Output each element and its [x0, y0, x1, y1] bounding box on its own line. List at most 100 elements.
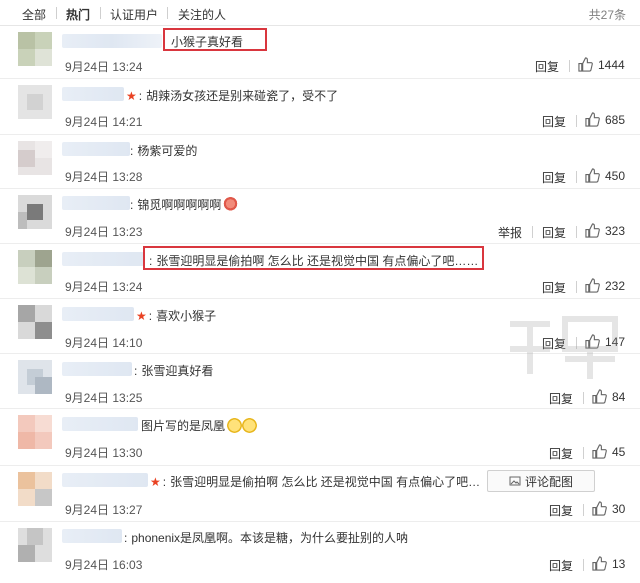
- username[interactable]: [62, 307, 134, 321]
- avatar[interactable]: [18, 305, 52, 339]
- view-comment-image-button[interactable]: 评论配图: [487, 470, 595, 492]
- comment-text-row: : 张雪迎真好看: [134, 362, 213, 379]
- username[interactable]: [62, 362, 132, 376]
- like-button[interactable]: 450: [585, 168, 625, 183]
- thumbs-up-icon: [585, 112, 600, 127]
- colon: :: [130, 198, 134, 212]
- avatar[interactable]: [18, 360, 52, 394]
- colon: :: [124, 531, 128, 545]
- colon: :: [162, 475, 167, 489]
- like-button[interactable]: 147: [585, 334, 625, 349]
- colon: :: [134, 364, 138, 378]
- like-button[interactable]: 232: [585, 278, 625, 293]
- comment-text: 锦觅啊啊啊啊啊: [137, 198, 222, 212]
- thumbs-up-icon: [592, 556, 607, 571]
- action-separator: [583, 392, 584, 404]
- avatar[interactable]: [18, 250, 52, 284]
- like-count: 13: [612, 556, 626, 571]
- tab-all[interactable]: 全部: [22, 6, 46, 23]
- tab-hot[interactable]: 热门: [66, 6, 90, 23]
- comment-time: 9月24日 13:25: [65, 391, 143, 405]
- comment-text-row: : phonenix是凤凰啊。本该是糖，为什么要扯别的人呐: [124, 529, 408, 546]
- reply-button[interactable]: 回复: [542, 224, 566, 241]
- thumbs-up-icon: [592, 389, 607, 404]
- report-button[interactable]: 举报: [498, 224, 522, 241]
- like-button[interactable]: 84: [592, 389, 625, 404]
- image-icon: [509, 476, 521, 486]
- star-icon: ★: [136, 309, 147, 323]
- octopus-emoji-icon: [223, 197, 239, 212]
- tab-separator: [167, 7, 168, 19]
- username[interactable]: [62, 87, 124, 101]
- like-count: 45: [612, 444, 626, 459]
- reply-button[interactable]: 回复: [542, 335, 566, 352]
- username[interactable]: [62, 473, 148, 487]
- comment-text: 小猴子真好看: [171, 35, 244, 49]
- username[interactable]: [62, 417, 138, 431]
- avatar[interactable]: [18, 141, 52, 175]
- like-count: 685: [605, 112, 626, 127]
- reply-button[interactable]: 回复: [542, 113, 566, 130]
- avatar[interactable]: [18, 195, 52, 229]
- like-button[interactable]: 45: [592, 444, 625, 459]
- like-count: 1444: [598, 57, 625, 72]
- tab-verified[interactable]: 认证用户: [110, 6, 158, 23]
- reply-button[interactable]: 回复: [549, 390, 573, 407]
- colon: :: [148, 309, 153, 323]
- like-count: 84: [612, 389, 626, 404]
- username[interactable]: [62, 196, 130, 210]
- avatar[interactable]: [18, 85, 52, 119]
- comment-item: ★: 胡辣汤女孩还是别来碰瓷了，受不了 9月24日 14:21 回复 685: [0, 79, 640, 135]
- avatar[interactable]: [18, 528, 52, 562]
- like-button[interactable]: 30: [592, 501, 625, 516]
- thumbs-up-icon: [578, 57, 593, 72]
- reply-button[interactable]: 回复: [542, 169, 566, 186]
- comment-text: 杨紫可爱的: [137, 144, 198, 158]
- username[interactable]: [62, 34, 162, 48]
- reply-button[interactable]: 回复: [549, 445, 573, 462]
- reply-button[interactable]: 回复: [549, 502, 573, 519]
- comment-text-row: : 张雪迎明显是偷拍啊 怎么比 还是视觉中国 有点偏心了吧……: [149, 252, 478, 269]
- comment-text: 张雪迎明显是偷拍啊 怎么比 还是视觉中国 有点偏心了吧……: [156, 254, 479, 268]
- comment-time: 9月24日 14:10: [65, 336, 143, 350]
- reply-button[interactable]: 回复: [549, 557, 573, 574]
- avatar[interactable]: [18, 32, 52, 66]
- thumbs-up-icon: [585, 278, 600, 293]
- comment-text-row: 图片写的是凤凰: [141, 417, 258, 434]
- reply-button[interactable]: 回复: [542, 279, 566, 296]
- avatar[interactable]: [18, 415, 52, 449]
- reply-button[interactable]: 回复: [535, 58, 559, 75]
- avatar[interactable]: [18, 472, 52, 506]
- action-separator: [576, 171, 577, 183]
- comment-text: 图片写的是凤凰: [141, 419, 226, 433]
- username[interactable]: [62, 252, 144, 266]
- comment-item: ★: 喜欢小猴子 9月24日 14:10 回复 147: [0, 299, 640, 354]
- comment-time: 9月24日 13:27: [65, 503, 143, 517]
- like-button[interactable]: 323: [585, 223, 625, 238]
- like-count: 450: [605, 168, 626, 183]
- like-button[interactable]: 1444: [578, 57, 625, 72]
- colon: :: [130, 144, 134, 158]
- action-separator: [576, 337, 577, 349]
- username[interactable]: [62, 529, 122, 543]
- star-icon: ★: [126, 89, 137, 103]
- thumbs-up-icon: [592, 501, 607, 516]
- action-separator: [583, 559, 584, 571]
- username[interactable]: [62, 142, 130, 156]
- colon: :: [149, 254, 153, 268]
- comment-item: : 杨紫可爱的 9月24日 13:28 回复 450: [0, 135, 640, 189]
- like-button[interactable]: 685: [585, 112, 625, 127]
- comment-item: : 张雪迎真好看 9月24日 13:25 回复 84: [0, 354, 640, 409]
- comment-item: 图片写的是凤凰 9月24日 13:30 回复 45: [0, 409, 640, 466]
- like-button[interactable]: 13: [592, 556, 625, 571]
- comment-time: 9月24日 13:30: [65, 446, 143, 460]
- comment-item: : phonenix是凤凰啊。本该是糖，为什么要扯别的人呐 9月24日 16:03…: [0, 522, 640, 583]
- thumbs-up-icon: [585, 168, 600, 183]
- comment-item: : 锦觅啊啊啊啊啊 9月24日 13:23 举报 回复 323: [0, 189, 640, 244]
- tab-following[interactable]: 关注的人: [178, 6, 226, 23]
- hug-emoji-icon: [242, 418, 258, 433]
- hug-emoji-icon: [227, 418, 243, 433]
- comment-time: 9月24日 13:24: [65, 60, 143, 74]
- comment-filter-tabs: 全部 热门 认证用户 关注的人 共27条: [0, 0, 640, 26]
- comment-text-row: ★: 胡辣汤女孩还是别来碰瓷了，受不了: [126, 87, 338, 104]
